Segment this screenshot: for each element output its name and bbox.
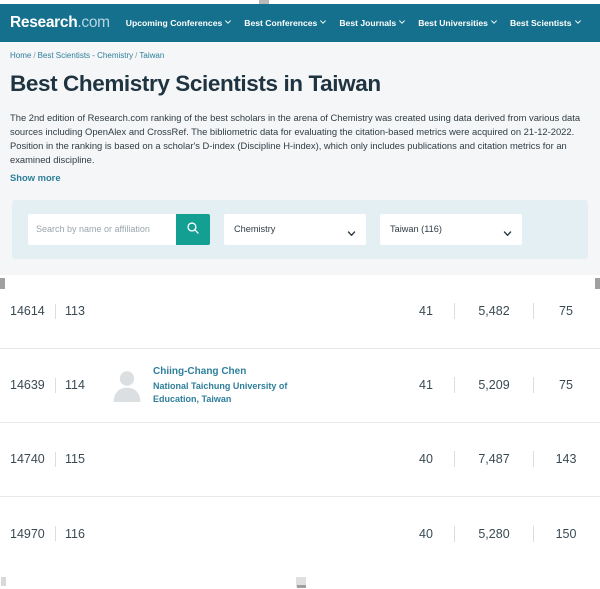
page-description: The 2nd edition of Research.com ranking … (10, 111, 581, 166)
publications-cell: 150 (555, 526, 577, 541)
search-icon (186, 221, 200, 238)
description-band: The 2nd edition of Research.com ranking … (0, 96, 600, 186)
cell-divider (454, 451, 455, 468)
search-group (28, 213, 210, 245)
nav-label: Upcoming Conferences (125, 18, 223, 28)
main-nav: Upcoming Conferences Best Conferences Be… (126, 18, 592, 28)
citations-cell: 5,280 (478, 526, 510, 541)
breadcrumb-country[interactable]: Taiwan (139, 51, 164, 60)
chevron-down-icon (399, 19, 406, 25)
world-rank-cell: 14970 (10, 526, 56, 542)
national-rank-cell: 114 (65, 378, 85, 393)
d-index-cell: 41 (419, 378, 433, 393)
nav-label: Best Universities (418, 18, 488, 28)
d-index-cell: 40 (419, 452, 433, 467)
breadcrumb-home[interactable]: Home (10, 51, 31, 60)
filter-band: Chemistry Taiwan (116) (0, 185, 600, 275)
nav-label: Best Conferences (244, 18, 318, 28)
cell-divider (533, 451, 534, 468)
clipped-artifact-left (1, 577, 6, 586)
brand-tld: .com (77, 14, 110, 31)
publications-cell: 143 (555, 452, 577, 467)
site-header: Research.com Upcoming Conferences Best C… (0, 4, 600, 42)
breadcrumb-band: Home / Best Scientists - Chemistry / Taiwan (0, 42, 600, 60)
chevron-down-icon (491, 19, 497, 25)
citations-cell: 5,209 (478, 378, 510, 393)
scientist-cell: Chiing-Chang Chen National Taichung Univ… (108, 365, 406, 405)
world-rank-cell: 14639 (10, 377, 56, 393)
country-select[interactable]: Taiwan (116) (380, 213, 522, 245)
world-rank-cell: 14740 (10, 451, 56, 467)
national-rank-cell: 115 (65, 452, 85, 467)
discipline-select[interactable]: Chemistry (224, 213, 366, 245)
d-index-cell: 41 (419, 304, 433, 319)
table-edge-marker-left (0, 277, 5, 289)
scientist-text: Chiing-Chang Chen National Taichung Univ… (153, 365, 305, 405)
national-rank-cell: 113 (65, 304, 85, 319)
search-input[interactable] (28, 213, 176, 245)
page-title: Best Chemistry Scientists in Taiwan (10, 71, 381, 96)
table-edge-marker-right (595, 277, 600, 289)
national-rank-cell: 116 (65, 526, 85, 541)
chevron-down-icon (347, 225, 356, 236)
cell-divider (533, 377, 534, 394)
viewport-bottom-clip (0, 573, 600, 589)
scientist-affiliation: National Taichung University of Educatio… (153, 381, 288, 404)
avatar-placeholder-icon (110, 368, 144, 403)
cell-divider (533, 303, 534, 320)
chevron-down-icon (225, 19, 232, 25)
site-logo[interactable]: Research.com (10, 14, 110, 32)
chevron-down-icon (503, 225, 512, 236)
chrome-nub (259, 0, 269, 4)
nav-label: Best Scientists (509, 18, 572, 28)
citations-cell: 5,482 (478, 304, 510, 319)
breadcrumb-separator: / (135, 51, 138, 60)
publications-cell: 75 (559, 304, 573, 319)
breadcrumb-separator: / (33, 51, 36, 60)
world-rank-cell: 14614 (10, 303, 56, 319)
title-band: Best Chemistry Scientists in Taiwan (0, 60, 600, 97)
citations-cell: 7,487 (478, 452, 510, 467)
nav-item-upcoming-conferences[interactable]: Upcoming Conferences (125, 18, 232, 28)
country-select-value: Taiwan (116) (390, 224, 442, 235)
d-index-cell: 40 (419, 526, 433, 541)
chevron-down-icon (320, 19, 327, 25)
cell-divider (454, 303, 455, 320)
search-button[interactable] (176, 213, 210, 245)
table-row[interactable]: 14740 115 40 7,487 143 (0, 423, 600, 497)
browser-chrome-strip (0, 0, 600, 4)
cell-divider (533, 525, 534, 542)
brand-name: Research (10, 14, 78, 31)
table-row[interactable]: 14614 113 41 5,482 75 (0, 275, 600, 349)
nav-item-best-journals[interactable]: Best Journals (339, 18, 406, 28)
table-row[interactable]: 14970 116 40 5,280 150 (0, 497, 600, 571)
cell-divider (454, 377, 455, 394)
ranking-table: 14614 113 41 5,482 75 14639 114 Chiing-C (0, 274, 600, 571)
scientist-name[interactable]: Chiing-Chang Chen (153, 365, 305, 378)
nav-label: Best Journals (339, 18, 397, 28)
scientist-cell (108, 533, 406, 535)
nav-item-best-conferences[interactable]: Best Conferences (244, 18, 327, 28)
nav-item-best-scientists[interactable]: Best Scientists (510, 18, 581, 28)
filter-panel: Chemistry Taiwan (116) (12, 199, 588, 259)
breadcrumb-section[interactable]: Best Scientists - Chemistry (38, 51, 134, 60)
publications-cell: 75 (559, 378, 573, 393)
nav-item-best-universities[interactable]: Best Universities (418, 18, 497, 28)
clipped-artifact-center-bar (297, 585, 306, 588)
cell-divider (454, 525, 455, 542)
breadcrumb: Home / Best Scientists - Chemistry / Taiwan (10, 51, 590, 60)
scientist-cell (108, 310, 406, 312)
chevron-down-icon (574, 19, 581, 25)
table-row[interactable]: 14639 114 Chiing-Chang Chen National Tai… (0, 349, 600, 423)
scientist-cell (108, 458, 406, 460)
discipline-select-value: Chemistry (234, 224, 276, 235)
show-more-link[interactable]: Show more (10, 172, 61, 183)
